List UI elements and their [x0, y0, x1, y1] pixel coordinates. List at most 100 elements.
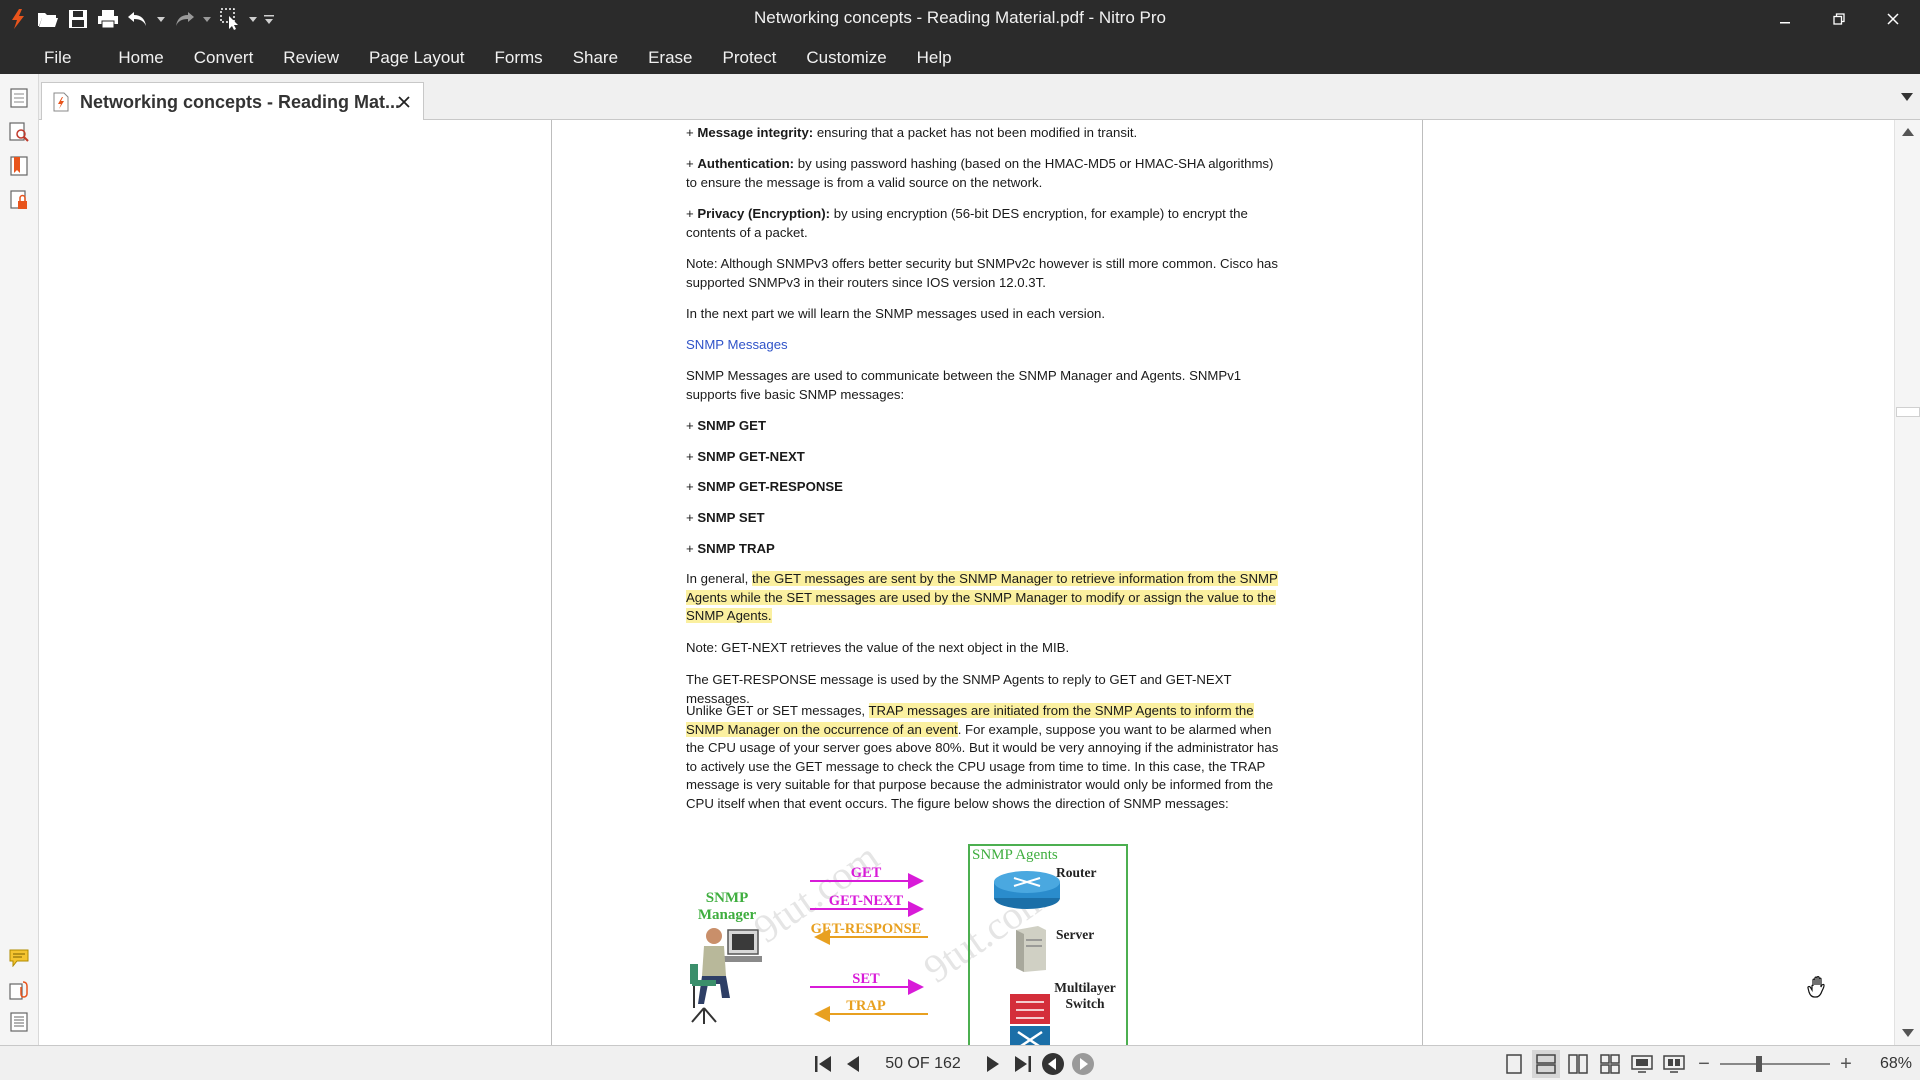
- page-indicator[interactable]: 50 OF 162: [868, 1055, 978, 1073]
- paragraph-message-integrity: + Message integrity: ensuring that a pac…: [686, 125, 1138, 140]
- server-icon: [1016, 926, 1046, 972]
- next-view-icon[interactable]: [1068, 1050, 1098, 1078]
- window-title: Networking concepts - Reading Material.p…: [754, 8, 1166, 27]
- minimize-button[interactable]: [1758, 0, 1812, 38]
- zoom-slider-thumb[interactable]: [1756, 1056, 1762, 1072]
- paragraph-trap: Unlike GET or SET messages, TRAP message…: [686, 703, 1279, 811]
- tab-list-dropdown-icon[interactable]: [1900, 92, 1914, 102]
- document-viewer[interactable]: + Message integrity: ensuring that a pac…: [39, 120, 1894, 1045]
- vertical-scrollbar[interactable]: [1894, 120, 1920, 1045]
- document-tab-label: Networking concepts - Reading Mat...: [80, 91, 401, 112]
- zoom-slider[interactable]: [1720, 1050, 1830, 1078]
- document-tab-bar: Networking concepts - Reading Mat...: [39, 74, 1920, 121]
- menu-help[interactable]: Help: [902, 43, 967, 73]
- menu-protect[interactable]: Protect: [707, 43, 791, 73]
- menu-review[interactable]: Review: [268, 43, 354, 73]
- paragraph-note-snmpv3: Note: Although SNMPv3 offers better secu…: [686, 256, 1278, 290]
- document-tab[interactable]: Networking concepts - Reading Mat...: [41, 82, 424, 121]
- last-page-icon[interactable]: [1008, 1050, 1038, 1078]
- menu-file[interactable]: File: [0, 43, 95, 73]
- zoom-out-icon[interactable]: −: [1694, 1050, 1714, 1078]
- output-panel-icon[interactable]: [7, 1010, 31, 1034]
- arrow-label-set: SET: [852, 971, 880, 987]
- paragraph-authentication: + Authentication: by using password hash…: [686, 156, 1274, 190]
- menu-share[interactable]: Share: [558, 43, 633, 73]
- continuous-view-icon[interactable]: [1532, 1050, 1560, 1078]
- scrollbar-thumb[interactable]: [1896, 407, 1920, 417]
- menu-page-layout[interactable]: Page Layout: [354, 43, 479, 73]
- multilayer-switch-icon: [1010, 994, 1050, 1045]
- list-item: + SNMP GET-NEXT: [686, 449, 805, 464]
- snmp-manager-person-icon: [690, 928, 762, 1024]
- list-item: + SNMP GET-RESPONSE: [686, 479, 843, 494]
- select-tool-dropdown-icon[interactable]: [248, 8, 258, 30]
- paragraph-next-part: In the next part we will learn the SNMP …: [686, 306, 1106, 321]
- server-label: Server: [1056, 927, 1095, 942]
- zoom-slider-track: [1720, 1063, 1830, 1065]
- select-tool-icon[interactable]: [218, 8, 242, 30]
- snmp-messages-diagram: SNMP Manager 9tut.com 9tut.com GET GET-N…: [686, 834, 1146, 1045]
- menu-erase[interactable]: Erase: [633, 43, 707, 73]
- save-icon[interactable]: [66, 8, 90, 30]
- bookmarks-panel-icon[interactable]: [7, 154, 31, 178]
- router-label: Router: [1056, 865, 1097, 880]
- close-tab-icon[interactable]: [393, 91, 415, 113]
- redo-icon[interactable]: [172, 8, 196, 30]
- next-page-icon[interactable]: [978, 1050, 1008, 1078]
- status-bar: 50 OF 162 − + 68%: [0, 1045, 1920, 1080]
- search-panel-icon[interactable]: [7, 120, 31, 144]
- title-bar: Networking concepts - Reading Material.p…: [0, 0, 1920, 74]
- restore-button[interactable]: [1812, 0, 1866, 38]
- ribbon-menu: File Home Convert Review Page Layout For…: [0, 42, 967, 74]
- arrow-label-getnext: GET-NEXT: [828, 893, 904, 909]
- list-item: + SNMP SET: [686, 510, 765, 525]
- zoom-level[interactable]: 68%: [1880, 1055, 1912, 1073]
- switch-label: Multilayer Switch: [1054, 980, 1116, 1011]
- menu-convert[interactable]: Convert: [179, 43, 269, 73]
- paragraph-get-set: In general, the GET messages are sent by…: [686, 571, 1278, 623]
- print-icon[interactable]: [96, 8, 120, 30]
- previous-page-icon[interactable]: [838, 1050, 868, 1078]
- single-page-view-icon[interactable]: [1500, 1050, 1528, 1078]
- arrow-label-trap: TRAP: [846, 998, 886, 1014]
- agents-title: SNMP Agents: [972, 847, 1058, 863]
- previous-view-icon[interactable]: [1038, 1050, 1068, 1078]
- attachments-panel-icon[interactable]: [7, 978, 31, 1002]
- pdf-page: + Message integrity: ensuring that a pac…: [551, 120, 1423, 1045]
- reading-mode-icon[interactable]: [1660, 1050, 1688, 1078]
- zoom-control: − + 68%: [1694, 1050, 1912, 1078]
- menu-forms[interactable]: Forms: [480, 43, 558, 73]
- continuous-facing-view-icon[interactable]: [1596, 1050, 1624, 1078]
- router-icon: [994, 871, 1060, 909]
- page-navigation: 50 OF 162: [808, 1050, 1098, 1078]
- close-window-button[interactable]: [1866, 0, 1920, 38]
- menu-home[interactable]: Home: [103, 43, 178, 73]
- list-item: + SNMP TRAP: [686, 541, 775, 556]
- snmp-agents-box: SNMP Agents Router Server Multilayer Swi…: [968, 844, 1128, 1045]
- scroll-up-icon[interactable]: [1901, 126, 1915, 138]
- first-page-icon[interactable]: [808, 1050, 838, 1078]
- hand-cursor-icon: [1807, 976, 1825, 998]
- facing-view-icon[interactable]: [1564, 1050, 1592, 1078]
- section-heading: SNMP Messages: [686, 337, 788, 352]
- quick-access-toolbar: [6, 6, 274, 32]
- left-panel-toolbar: [0, 74, 39, 1045]
- customize-qat-icon[interactable]: [264, 8, 274, 30]
- full-screen-view-icon[interactable]: [1628, 1050, 1656, 1078]
- pages-panel-icon[interactable]: [7, 86, 31, 110]
- undo-icon[interactable]: [126, 8, 150, 30]
- comments-panel-icon[interactable]: [7, 946, 31, 970]
- undo-dropdown-icon[interactable]: [156, 8, 166, 30]
- paragraph-privacy: + Privacy (Encryption): by using encrypt…: [686, 206, 1248, 240]
- menu-customize[interactable]: Customize: [791, 43, 901, 73]
- paragraph-snmp-messages: SNMP Messages are used to communicate be…: [686, 368, 1242, 402]
- highlight-annotation: the GET messages are sent by the SNMP Ma…: [686, 571, 1278, 623]
- redo-dropdown-icon[interactable]: [202, 8, 212, 30]
- page-view-modes: [1500, 1050, 1688, 1078]
- zoom-in-icon[interactable]: +: [1836, 1050, 1856, 1078]
- scroll-down-icon[interactable]: [1901, 1027, 1915, 1039]
- security-panel-icon[interactable]: [7, 188, 31, 212]
- nitro-logo-icon[interactable]: [6, 8, 30, 30]
- open-folder-icon[interactable]: [36, 8, 60, 30]
- arrow-label-get: GET: [850, 865, 882, 881]
